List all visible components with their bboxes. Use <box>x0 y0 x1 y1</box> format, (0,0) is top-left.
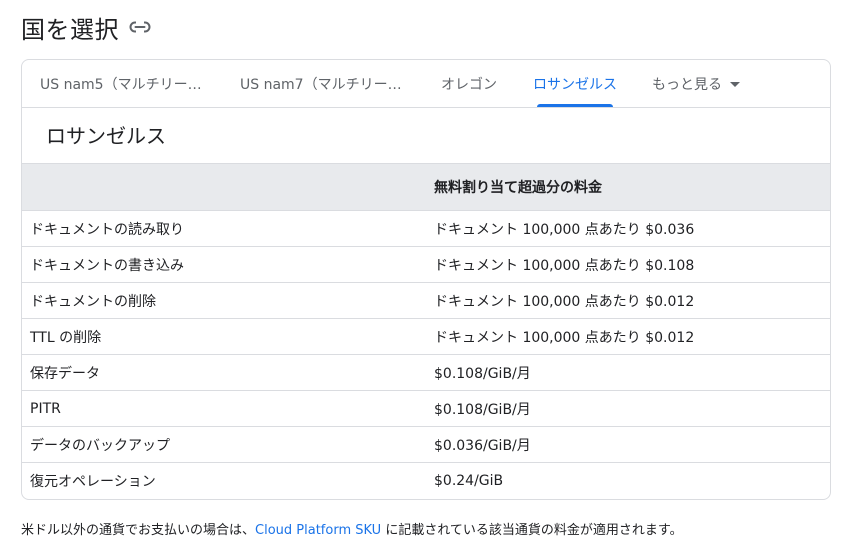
pricing-card: US nam5（マルチリー… US nam7（マルチリー… オレゴン ロサンゼル… <box>21 59 831 500</box>
active-tab-indicator <box>537 104 613 107</box>
row-name: ドキュメントの削除 <box>30 293 156 310</box>
row-name: 保存データ <box>30 365 100 382</box>
pricing-table: 無料割り当て超過分の料金 ドキュメントの読み取り ドキュメント 100,000 … <box>22 163 830 499</box>
footnote-prefix: 米ドル以外の通貨でお支払いの場合は、 <box>21 523 256 538</box>
row-price: $0.24/GiB <box>434 472 504 489</box>
table-row: ドキュメントの削除 ドキュメント 100,000 点あたり $0.012 <box>22 283 830 319</box>
tab-los-angeles[interactable]: ロサンゼルス <box>533 60 617 108</box>
tab-us-nam7[interactable]: US nam7（マルチリー… <box>240 60 402 108</box>
footnote-suffix: に記載されている該当通貨の料金が適用されます。 <box>381 523 683 538</box>
region-title: ロサンゼルス <box>46 124 166 148</box>
table-row: PITR $0.108/GiB/月 <box>22 391 830 427</box>
column-header-price: 無料割り当て超過分の料金 <box>434 180 602 196</box>
cloud-platform-sku-link[interactable]: Cloud Platform SKU <box>255 523 381 538</box>
tab-more[interactable]: もっと見る <box>652 60 740 108</box>
row-price: $0.108/GiB/月 <box>434 365 531 382</box>
row-price: ドキュメント 100,000 点あたり $0.012 <box>434 329 695 346</box>
tab-more-label: もっと見る <box>652 77 722 93</box>
table-row: データのバックアップ $0.036/GiB/月 <box>22 427 830 463</box>
row-name: TTL の削除 <box>30 329 102 346</box>
row-name: PITR <box>30 400 61 417</box>
table-row: ドキュメントの書き込み ドキュメント 100,000 点あたり $0.108 <box>22 247 830 283</box>
table-row: ドキュメントの読み取り ドキュメント 100,000 点あたり $0.036 <box>22 211 830 247</box>
row-price: $0.108/GiB/月 <box>434 401 531 418</box>
row-name: 復元オペレーション <box>30 473 156 490</box>
caret-down-icon <box>730 81 740 87</box>
page-title: 国を選択 <box>21 15 119 44</box>
row-price: ドキュメント 100,000 点あたり $0.012 <box>434 293 695 310</box>
table-header: 無料割り当て超過分の料金 <box>22 163 830 211</box>
table-row: 復元オペレーション $0.24/GiB <box>22 463 830 499</box>
region-tabs: US nam5（マルチリー… US nam7（マルチリー… オレゴン ロサンゼル… <box>22 60 830 108</box>
tab-oregon[interactable]: オレゴン <box>441 60 497 108</box>
page-heading: 国を選択 <box>21 10 151 44</box>
row-price: ドキュメント 100,000 点あたり $0.036 <box>434 221 695 238</box>
table-row: 保存データ $0.108/GiB/月 <box>22 355 830 391</box>
row-name: ドキュメントの読み取り <box>30 221 184 238</box>
currency-footnote: 米ドル以外の通貨でお支払いの場合は、Cloud Platform SKU に記載… <box>21 519 683 538</box>
row-name: ドキュメントの書き込み <box>30 257 184 274</box>
link-icon[interactable] <box>129 16 151 38</box>
row-price: ドキュメント 100,000 点あたり $0.108 <box>434 257 695 274</box>
row-name: データのバックアップ <box>30 437 170 454</box>
table-row: TTL の削除 ドキュメント 100,000 点あたり $0.012 <box>22 319 830 355</box>
row-price: $0.036/GiB/月 <box>434 437 531 454</box>
tab-us-nam5[interactable]: US nam5（マルチリー… <box>40 60 202 108</box>
